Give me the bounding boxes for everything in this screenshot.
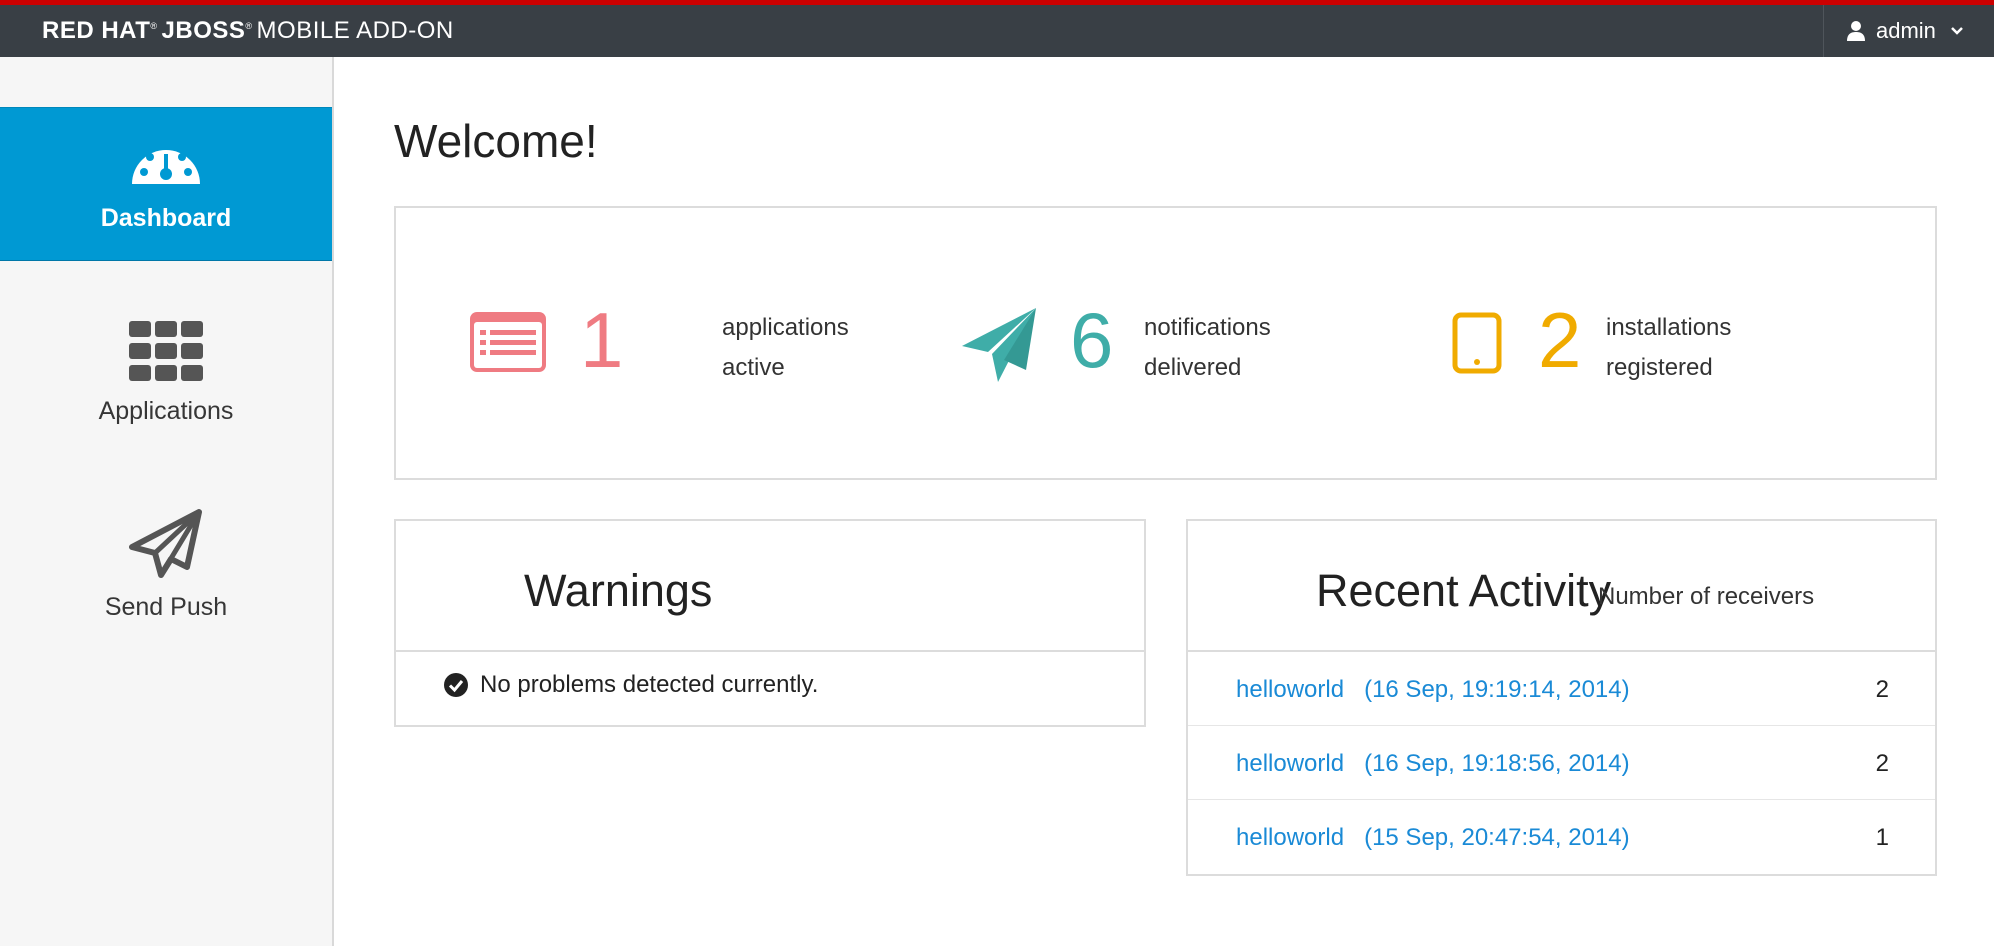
warnings-panel-header: Warnings [396,521,1144,652]
list-card-icon [470,312,546,372]
recent-activity-title: Recent Activity [1316,565,1612,616]
warning-message: No problems detected currently. [480,671,819,698]
stat-label-line1: installations [1606,314,1732,341]
stat-label-line1: notifications [1144,314,1271,341]
stat-notifications: 6 notifications delivered [960,300,1300,388]
stats-summary-card: 1 applications active 6 notifications de… [394,206,1937,480]
brand-redhat: RED HAT [42,17,151,44]
warnings-panel: Warnings No problems detected currently. [394,519,1146,727]
receivers-count: 2 [1875,750,1889,777]
page-title: Welcome! [394,115,598,167]
tablet-icon [1452,312,1502,374]
sidebar-item-send-push[interactable]: Send Push [0,457,332,621]
sidebar-item-applications[interactable]: Applications [0,261,332,425]
receivers-count: 1 [1875,824,1889,851]
paper-plane-icon [962,308,1036,382]
sidebar-item-dashboard[interactable]: Dashboard [0,107,332,261]
check-circle-icon [444,673,468,697]
sidebar-item-label: Applications [98,397,234,425]
activity-link[interactable]: helloworld (16 Sep, 19:18:56, 2014) [1236,750,1630,778]
user-name: admin [1876,18,1936,43]
stat-installations: 2 installations registered [1452,300,1792,388]
sidebar-item-label: Dashboard [100,204,232,232]
recent-activity-header: Recent Activity Number of receivers [1188,521,1935,652]
brand-jboss: JBOSS [161,17,246,44]
chevron-down-icon [1951,27,1963,35]
sidebar-nav: Dashboard Applications Send Push [0,57,334,946]
stat-installations-value: 2 [1538,296,1582,384]
brand-product: MOBILE ADD-ON [256,17,454,44]
activity-row: helloworld (16 Sep, 19:19:14, 2014) 2 [1188,652,1935,726]
activity-row: helloworld (16 Sep, 19:18:56, 2014) 2 [1188,726,1935,800]
activity-row: helloworld (15 Sep, 20:47:54, 2014) 1 [1188,800,1935,874]
brand-logo: RED HAT® JBOSS® MOBILE ADD-ON [42,17,454,44]
user-menu-dropdown[interactable]: admin [1823,5,1994,57]
user-icon [1847,21,1865,41]
stat-notifications-label: notifications delivered [1144,308,1271,388]
stat-label-line2: delivered [1144,354,1242,381]
receivers-count: 2 [1875,676,1889,703]
stat-notifications-value: 6 [1070,296,1114,384]
top-navbar: RED HAT® JBOSS® MOBILE ADD-ON admin [0,0,1994,57]
grid-icon [129,321,203,381]
dashboard-gauge-icon [132,150,200,184]
stat-installations-label: installations registered [1606,308,1731,388]
activity-link[interactable]: helloworld (15 Sep, 20:47:54, 2014) [1236,824,1630,852]
recent-activity-panel: Recent Activity Number of receivers hell… [1186,519,1937,876]
stat-label-line2: registered [1606,354,1713,381]
receivers-column-header: Number of receivers [1598,583,1815,610]
warnings-title: Warnings [524,565,713,616]
sidebar-item-label: Send Push [104,593,228,621]
stat-label-line2: active [722,354,785,381]
stat-applications-label: applications active [722,308,849,388]
activity-link[interactable]: helloworld (16 Sep, 19:19:14, 2014) [1236,676,1630,704]
stat-applications: 1 applications active [468,300,849,386]
paper-plane-icon [129,509,202,578]
warning-status: No problems detected currently. [444,671,818,699]
stat-applications-value: 1 [580,296,624,384]
stat-label-line1: applications [722,314,849,341]
